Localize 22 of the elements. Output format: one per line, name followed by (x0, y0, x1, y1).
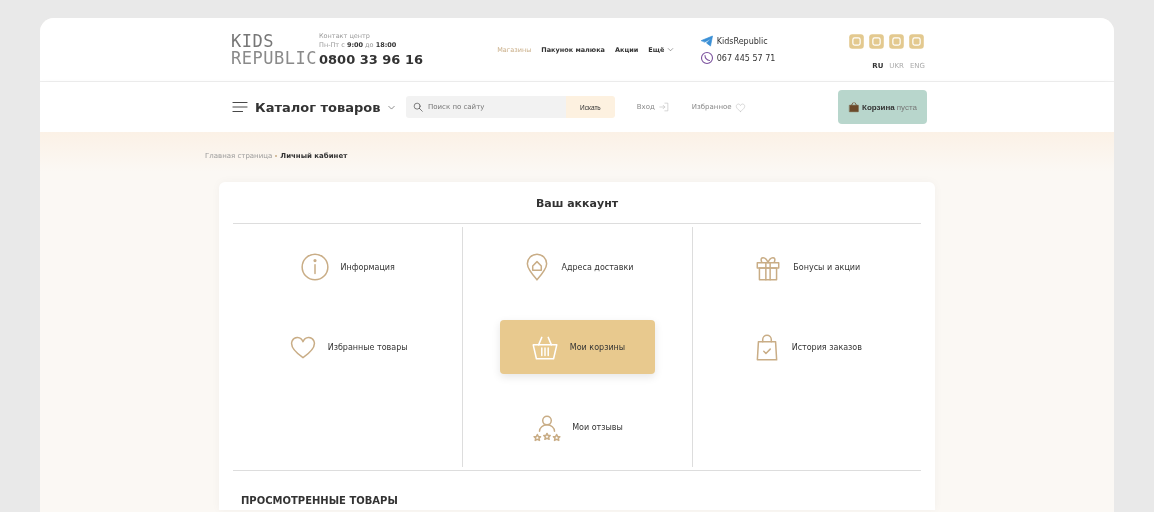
viber-phone[interactable]: 067 445 57 71 (716, 53, 776, 63)
account-menu-item[interactable]: Мои отзывы (508, 404, 647, 450)
account-menu-item[interactable]: Информация (276, 244, 419, 290)
phone-number[interactable]: 0800 33 96 16 (319, 52, 468, 67)
account-menu-item[interactable]: Адреса доставки (497, 244, 658, 290)
telegram-link[interactable]: KidsRepublic (716, 36, 768, 46)
info-icon (300, 252, 331, 282)
basket-icon (848, 101, 860, 113)
cart-button[interactable]: Корзина пуста (838, 90, 927, 124)
section-title: ПРОСМОТРЕННЫЕ ТОВАРЫ (240, 494, 399, 508)
login-icon (657, 101, 670, 113)
account-title: Ваш аккаунт (233, 182, 921, 224)
account-menu-item[interactable]: История заказов (727, 324, 886, 370)
viber-icon (699, 51, 714, 65)
catalog-button[interactable]: Каталог товаров (231, 98, 406, 116)
account-menu-item[interactable]: Бонусы и акции (729, 244, 885, 290)
account-menu-item[interactable]: Мои корзины (499, 320, 656, 374)
telegram-icon (699, 34, 714, 48)
chevron-down-icon (666, 45, 676, 54)
heart-icon (734, 101, 746, 113)
account-menu-item[interactable]: Избранные товары (263, 324, 432, 370)
search-icon (412, 101, 424, 113)
